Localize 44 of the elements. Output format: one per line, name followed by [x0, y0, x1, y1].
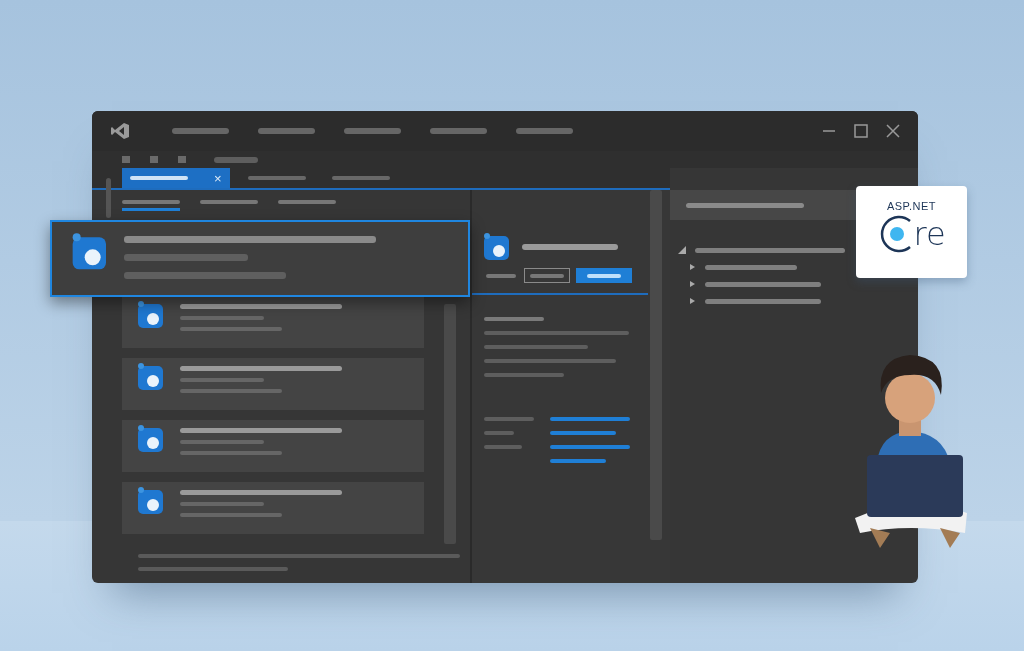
text-placeholder: [200, 200, 258, 204]
list-item[interactable]: [50, 220, 470, 297]
expand-arrow-icon[interactable]: [688, 297, 696, 305]
scrollbar[interactable]: [444, 304, 456, 544]
app-icon: [482, 232, 512, 262]
list-item[interactable]: [122, 482, 424, 534]
text-placeholder: [550, 431, 616, 435]
text-placeholder: [122, 200, 180, 204]
tab[interactable]: ×: [122, 168, 230, 188]
text-placeholder: [247, 176, 306, 180]
list-item[interactable]: [122, 420, 424, 472]
tab[interactable]: [122, 200, 180, 211]
toolbar-button[interactable]: [576, 268, 632, 283]
list-item[interactable]: [122, 296, 424, 348]
expand-arrow-icon[interactable]: [688, 263, 696, 271]
text-placeholder: [530, 273, 564, 278]
list-item[interactable]: [122, 358, 424, 410]
text-placeholder: [278, 200, 336, 204]
scrollbar[interactable]: [650, 190, 662, 540]
text-placeholder: [484, 417, 534, 421]
logo-icon: [110, 122, 130, 140]
app-icon: [136, 362, 166, 392]
logo-wordmark: re: [913, 218, 946, 250]
text-placeholder: [484, 431, 514, 435]
logo-caption: ASP.NET: [886, 200, 937, 212]
app-icon: [136, 300, 166, 330]
app-icon: [136, 424, 166, 454]
close-icon[interactable]: ×: [214, 170, 222, 186]
text-placeholder: [484, 317, 544, 321]
text-placeholder: [331, 176, 390, 180]
text-placeholder: [587, 273, 621, 278]
close-icon[interactable]: [886, 124, 900, 138]
maximize-icon[interactable]: [854, 124, 868, 138]
expand-arrow-icon[interactable]: [688, 280, 696, 288]
text-placeholder: [486, 273, 516, 278]
text-placeholder: [130, 176, 188, 180]
collapse-arrow-icon[interactable]: [678, 246, 686, 254]
toolbar-button[interactable]: [524, 268, 570, 283]
scrollbar-thumb[interactable]: [106, 178, 111, 218]
tree-item[interactable]: [678, 246, 845, 254]
app-icon: [136, 486, 166, 516]
text-placeholder: [214, 156, 258, 163]
text-placeholder: [550, 459, 606, 463]
text-placeholder: [484, 445, 522, 449]
